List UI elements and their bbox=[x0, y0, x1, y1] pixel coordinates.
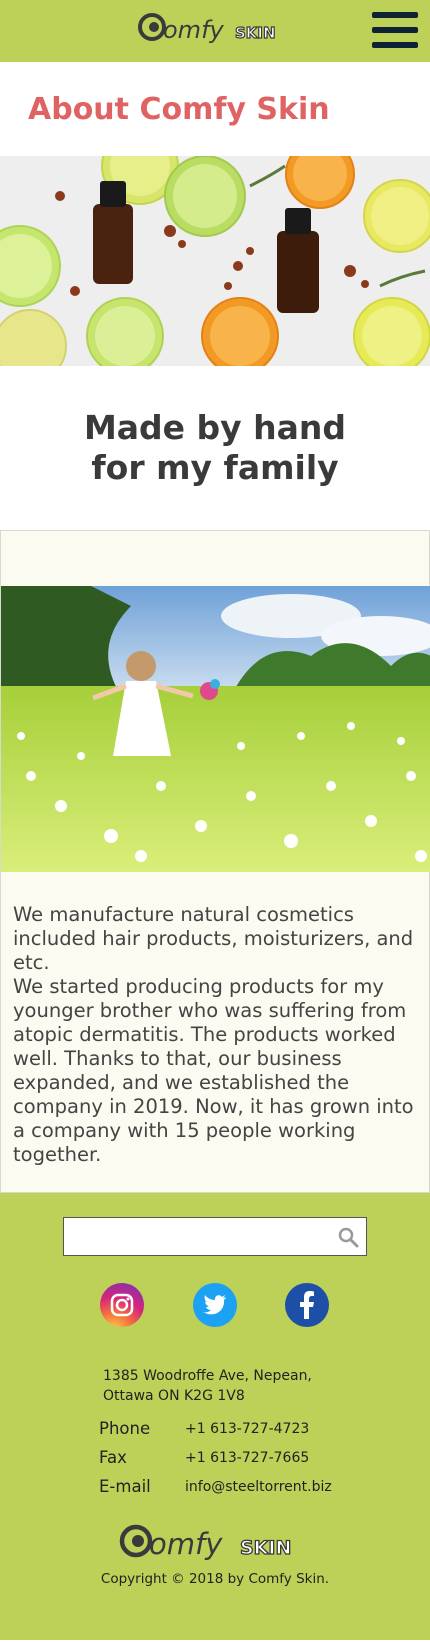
facebook-icon[interactable] bbox=[285, 1283, 329, 1327]
copyright: Copyright © 2018 by Comfy Skin. bbox=[100, 1571, 330, 1587]
heading-line-1: Made by hand bbox=[83, 408, 347, 447]
email-value[interactable]: info@steeltorrent.biz bbox=[185, 1479, 332, 1495]
svg-text:SKIN: SKIN bbox=[240, 1537, 291, 1559]
page-title-section: About Comfy Skin bbox=[0, 62, 430, 156]
heading-line-2: for my family bbox=[91, 448, 339, 487]
fax-label: Fax bbox=[99, 1448, 127, 1467]
site-footer: 1385 Woodroffe Ave, Nepean, Ottawa ON K2… bbox=[0, 1193, 430, 1640]
svg-text:SKIN: SKIN bbox=[235, 24, 276, 42]
brand-logo[interactable]: omfy SKIN bbox=[137, 10, 293, 50]
email-label: E-mail bbox=[99, 1477, 151, 1496]
fax-value: +1 613-727-7665 bbox=[185, 1450, 310, 1466]
story-image-girl-in-meadow bbox=[1, 586, 430, 872]
story-paragraph-1: We manufacture natural cosmetics include… bbox=[13, 903, 414, 974]
footer-logo[interactable]: omfy SKIN bbox=[118, 1523, 314, 1565]
story-paragraph-2: We started producing products for my you… bbox=[13, 975, 414, 1166]
phone-label: Phone bbox=[99, 1419, 151, 1438]
address-line-2: Ottawa ON K2G 1V8 bbox=[103, 1388, 245, 1404]
story-text: We manufacture natural cosmetics include… bbox=[13, 903, 423, 1167]
footer-search bbox=[63, 1217, 367, 1256]
site-header: omfy SKIN bbox=[0, 0, 430, 62]
section-heading: Made by hand for my family bbox=[84, 408, 346, 488]
hero-image-citrus-oils bbox=[0, 156, 430, 366]
search-icon[interactable] bbox=[336, 1225, 360, 1249]
twitter-icon[interactable] bbox=[193, 1283, 237, 1327]
phone-value[interactable]: +1 613-727-4723 bbox=[185, 1421, 309, 1437]
address-line-1: 1385 Woodroffe Ave, Nepean, bbox=[103, 1368, 312, 1384]
page-title: About Comfy Skin bbox=[28, 91, 330, 127]
instagram-icon[interactable] bbox=[100, 1283, 144, 1327]
hamburger-menu-icon[interactable] bbox=[372, 12, 418, 50]
story-card: We manufacture natural cosmetics include… bbox=[0, 530, 430, 1193]
svg-text:omfy: omfy bbox=[163, 16, 225, 44]
address: 1385 Woodroffe Ave, Nepean, Ottawa ON K2… bbox=[103, 1366, 312, 1406]
subtitle-section: Made by hand for my family bbox=[0, 366, 430, 530]
search-input[interactable] bbox=[64, 1218, 324, 1255]
svg-text:omfy: omfy bbox=[149, 1527, 223, 1561]
